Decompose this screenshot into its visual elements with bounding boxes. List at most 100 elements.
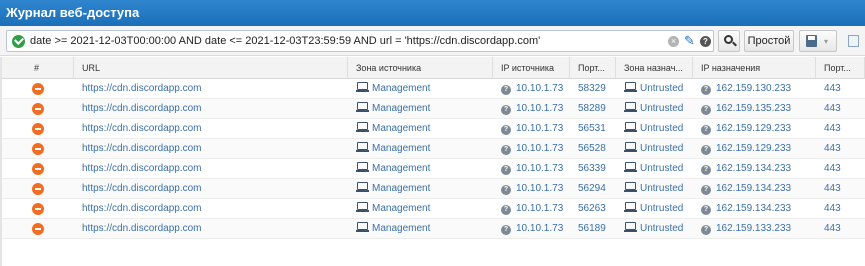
source-zone-cell[interactable]: Management	[356, 219, 493, 239]
edit-filter-icon[interactable]: ✎	[684, 33, 695, 49]
dest-zone-cell[interactable]: Untrusted	[624, 199, 693, 219]
url-cell[interactable]: https://cdn.discordapp.com	[82, 79, 348, 99]
source-port-cell-text: 56263	[578, 203, 606, 214]
source-port-cell[interactable]: 56339	[578, 159, 616, 179]
dest-port-cell[interactable]: 443	[824, 179, 865, 199]
dest-zone-cell[interactable]: Untrusted	[624, 179, 693, 199]
header-col-source-ip[interactable]: IP источника	[493, 57, 570, 79]
source-ip-cell[interactable]: ? 10.10.1.73	[501, 159, 570, 179]
dest-port-cell-text: 443	[824, 163, 841, 174]
source-port-cell[interactable]: 56189	[578, 219, 616, 239]
dest-port-cell[interactable]: 443	[824, 199, 865, 219]
url-cell-text: https://cdn.discordapp.com	[82, 83, 202, 94]
table-row[interactable]: https://cdn.discordapp.com Management ? 10.…	[0, 179, 865, 199]
table-row[interactable]: https://cdn.discordapp.com Management ? 10.…	[0, 199, 865, 219]
source-ip-cell-text: 10.10.1.73	[516, 163, 564, 174]
source-zone-cell[interactable]: Management	[356, 119, 493, 139]
dest-port-cell[interactable]: 443	[824, 139, 865, 159]
header-col-index[interactable]: #	[0, 57, 74, 79]
table-row[interactable]: https://cdn.discordapp.com Management ? 10.…	[0, 99, 865, 119]
unknown-host-icon: ?	[701, 125, 711, 135]
source-port-cell[interactable]: 56531	[578, 119, 616, 139]
dest-zone-cell-text: Untrusted	[640, 223, 684, 234]
table-row[interactable]: https://cdn.discordapp.com Management ? 10.…	[0, 79, 865, 99]
dest-ip-cell[interactable]: ? 162.159.135.233	[701, 99, 816, 119]
source-zone-cell[interactable]: Management	[356, 159, 493, 179]
source-port-cell[interactable]: 56528	[578, 139, 616, 159]
source-ip-cell[interactable]: ? 10.10.1.73	[501, 119, 570, 139]
dest-zone-cell[interactable]: Untrusted	[624, 99, 693, 119]
header-col-url[interactable]: URL	[74, 57, 348, 79]
url-cell[interactable]: https://cdn.discordapp.com	[82, 199, 348, 219]
dest-zone-cell[interactable]: Untrusted	[624, 79, 693, 99]
source-ip-cell-text: 10.10.1.73	[516, 183, 564, 194]
source-zone-cell[interactable]: Management	[356, 79, 493, 99]
table-row[interactable]: https://cdn.discordapp.com Management ? 10.…	[0, 219, 865, 239]
dest-ip-cell-text: 162.159.129.233	[716, 143, 792, 154]
title-bar: Журнал веб-доступа	[0, 0, 865, 26]
dest-port-cell[interactable]: 443	[824, 119, 865, 139]
dest-ip-cell[interactable]: ? 162.159.130.233	[701, 79, 816, 99]
source-port-cell[interactable]: 58289	[578, 99, 616, 119]
source-port-cell[interactable]: 56263	[578, 199, 616, 219]
table-row[interactable]: https://cdn.discordapp.com Management ? 10.…	[0, 139, 865, 159]
simple-mode-button[interactable]: Простой	[744, 30, 794, 52]
table-row[interactable]: https://cdn.discordapp.com Management ? 10.…	[0, 119, 865, 139]
dest-port-cell-text: 443	[824, 123, 841, 134]
dest-ip-cell[interactable]: ? 162.159.129.233	[701, 139, 816, 159]
dest-port-cell[interactable]: 443	[824, 219, 865, 239]
url-cell-text: https://cdn.discordapp.com	[82, 183, 202, 194]
source-ip-cell[interactable]: ? 10.10.1.73	[501, 79, 570, 99]
dest-ip-cell[interactable]: ? 162.159.129.233	[701, 119, 816, 139]
network-zone-icon	[624, 82, 637, 93]
filter-query-text[interactable]: date >= 2021-12-03T00:00:00 AND date <= …	[30, 35, 540, 47]
url-cell[interactable]: https://cdn.discordapp.com	[82, 139, 348, 159]
source-ip-cell[interactable]: ? 10.10.1.73	[501, 99, 570, 119]
source-ip-cell[interactable]: ? 10.10.1.73	[501, 219, 570, 239]
source-ip-cell[interactable]: ? 10.10.1.73	[501, 199, 570, 219]
search-button[interactable]	[718, 30, 740, 52]
source-zone-cell[interactable]: Management	[356, 199, 493, 219]
export-icon[interactable]	[848, 35, 859, 47]
url-cell[interactable]: https://cdn.discordapp.com	[82, 159, 348, 179]
dest-ip-cell[interactable]: ? 162.159.134.233	[701, 199, 816, 219]
dest-zone-cell[interactable]: Untrusted	[624, 139, 693, 159]
header-col-dest-port[interactable]: Порт...	[816, 57, 865, 79]
dest-zone-cell[interactable]: Untrusted	[624, 219, 693, 239]
source-port-cell[interactable]: 56294	[578, 179, 616, 199]
header-col-dest-ip[interactable]: IP назначения	[693, 57, 816, 79]
source-port-cell-text: 56294	[578, 183, 606, 194]
source-port-cell[interactable]: 58329	[578, 79, 616, 99]
url-cell[interactable]: https://cdn.discordapp.com	[82, 119, 348, 139]
unknown-host-icon: ?	[701, 85, 711, 95]
filter-help-icon[interactable]: ?	[700, 36, 711, 47]
url-cell[interactable]: https://cdn.discordapp.com	[82, 219, 348, 239]
clear-filter-icon[interactable]: ×	[668, 36, 679, 47]
url-cell[interactable]: https://cdn.discordapp.com	[82, 179, 348, 199]
source-ip-cell[interactable]: ? 10.10.1.73	[501, 179, 570, 199]
dest-ip-cell[interactable]: ? 162.159.134.233	[701, 179, 816, 199]
header-col-source-zone[interactable]: Зона источника	[348, 57, 493, 79]
source-zone-cell[interactable]: Management	[356, 139, 493, 159]
source-zone-cell-text: Management	[372, 223, 431, 234]
dest-zone-cell[interactable]: Untrusted	[624, 119, 693, 139]
dest-ip-cell[interactable]: ? 162.159.134.233	[701, 159, 816, 179]
source-zone-cell[interactable]: Management	[356, 179, 493, 199]
header-col-source-port[interactable]: Порт...	[570, 57, 616, 79]
save-filter-button[interactable]: ▾	[799, 30, 837, 52]
dest-zone-cell[interactable]: Untrusted	[624, 159, 693, 179]
table-row[interactable]: https://cdn.discordapp.com Management ? 10.…	[0, 159, 865, 179]
filter-input[interactable]: date >= 2021-12-03T00:00:00 AND date <= …	[6, 30, 714, 52]
block-icon	[32, 83, 44, 95]
unknown-host-icon: ?	[501, 105, 511, 115]
block-icon	[32, 163, 44, 175]
source-zone-cell[interactable]: Management	[356, 99, 493, 119]
dest-port-cell[interactable]: 443	[824, 159, 865, 179]
source-ip-cell[interactable]: ? 10.10.1.73	[501, 139, 570, 159]
dest-zone-cell-text: Untrusted	[640, 163, 684, 174]
header-col-dest-zone[interactable]: Зона назнач...	[616, 57, 693, 79]
dest-ip-cell[interactable]: ? 162.159.133.233	[701, 219, 816, 239]
dest-port-cell[interactable]: 443	[824, 79, 865, 99]
dest-port-cell[interactable]: 443	[824, 99, 865, 119]
url-cell[interactable]: https://cdn.discordapp.com	[82, 99, 348, 119]
